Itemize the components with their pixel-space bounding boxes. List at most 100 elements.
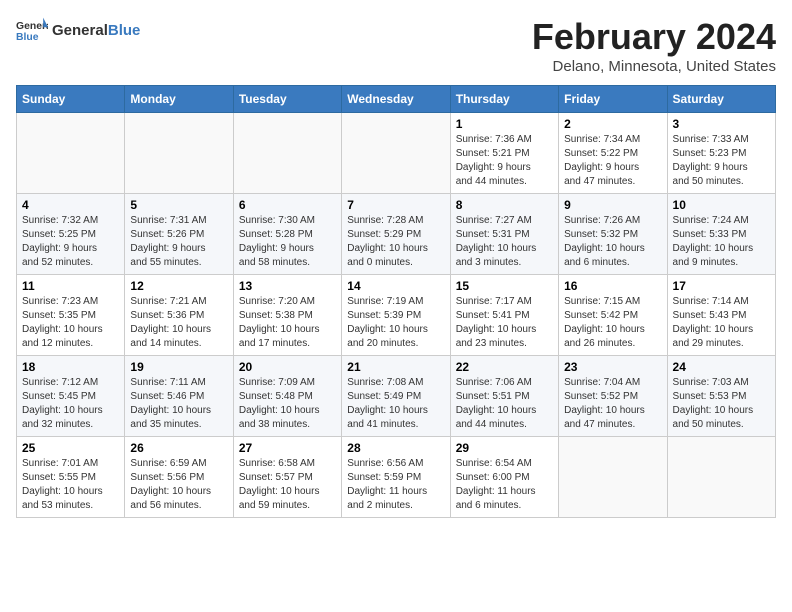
day-info: Sunrise: 7:06 AM Sunset: 5:51 PM Dayligh…	[456, 376, 553, 432]
day-info: Sunrise: 7:03 AM Sunset: 5:53 PM Dayligh…	[673, 376, 770, 432]
calendar-cell	[667, 437, 775, 518]
calendar-cell: 10 Sunrise: 7:24 AM Sunset: 5:33 PM Dayli…	[667, 194, 775, 275]
day-info: Sunrise: 7:33 AM Sunset: 5:23 PM Dayligh…	[673, 133, 770, 189]
calendar-header-row: SundayMondayTuesdayWednesdayThursdayFrid…	[17, 86, 776, 113]
day-number: 16	[564, 279, 661, 293]
calendar-cell	[233, 113, 341, 194]
day-number: 14	[347, 279, 444, 293]
day-number: 27	[239, 441, 336, 455]
day-number: 9	[564, 198, 661, 212]
svg-text:Blue: Blue	[16, 32, 39, 43]
logo-blue: Blue	[108, 22, 141, 39]
day-number: 26	[130, 441, 227, 455]
title-area: February 2024 Delano, Minnesota, United …	[532, 16, 776, 75]
day-number: 3	[673, 117, 770, 131]
day-info: Sunrise: 6:58 AM Sunset: 5:57 PM Dayligh…	[239, 457, 336, 513]
day-number: 24	[673, 360, 770, 374]
day-number: 18	[22, 360, 119, 374]
calendar-week-5: 25 Sunrise: 7:01 AM Sunset: 5:55 PM Dayli…	[17, 437, 776, 518]
column-header-monday: Monday	[125, 86, 233, 113]
calendar-cell	[125, 113, 233, 194]
calendar-cell	[17, 113, 125, 194]
calendar-week-2: 4Sunrise: 7:32 AM Sunset: 5:25 PM Daylig…	[17, 194, 776, 275]
calendar-cell: 15 Sunrise: 7:17 AM Sunset: 5:41 PM Dayli…	[450, 275, 558, 356]
calendar-cell: 7Sunrise: 7:28 AM Sunset: 5:29 PM Daylig…	[342, 194, 450, 275]
day-number: 22	[456, 360, 553, 374]
day-info: Sunrise: 7:14 AM Sunset: 5:43 PM Dayligh…	[673, 295, 770, 351]
day-info: Sunrise: 7:09 AM Sunset: 5:48 PM Dayligh…	[239, 376, 336, 432]
day-number: 29	[456, 441, 553, 455]
day-info: Sunrise: 6:59 AM Sunset: 5:56 PM Dayligh…	[130, 457, 227, 513]
logo: General Blue GeneralBlue	[16, 16, 140, 44]
column-header-wednesday: Wednesday	[342, 86, 450, 113]
logo-general: General	[52, 22, 108, 39]
day-info: Sunrise: 7:26 AM Sunset: 5:32 PM Dayligh…	[564, 214, 661, 270]
day-number: 7	[347, 198, 444, 212]
calendar-cell: 26 Sunrise: 6:59 AM Sunset: 5:56 PM Dayli…	[125, 437, 233, 518]
day-info: Sunrise: 7:31 AM Sunset: 5:26 PM Dayligh…	[130, 214, 227, 270]
calendar-week-4: 18 Sunrise: 7:12 AM Sunset: 5:45 PM Dayli…	[17, 356, 776, 437]
calendar-cell: 27 Sunrise: 6:58 AM Sunset: 5:57 PM Dayli…	[233, 437, 341, 518]
calendar-week-1: 1Sunrise: 7:36 AM Sunset: 5:21 PM Daylig…	[17, 113, 776, 194]
calendar-cell: 11 Sunrise: 7:23 AM Sunset: 5:35 PM Dayli…	[17, 275, 125, 356]
calendar-cell	[559, 437, 667, 518]
column-header-saturday: Saturday	[667, 86, 775, 113]
day-info: Sunrise: 6:56 AM Sunset: 5:59 PM Dayligh…	[347, 457, 444, 513]
calendar-cell: 17 Sunrise: 7:14 AM Sunset: 5:43 PM Dayli…	[667, 275, 775, 356]
column-header-sunday: Sunday	[17, 86, 125, 113]
day-info: Sunrise: 7:19 AM Sunset: 5:39 PM Dayligh…	[347, 295, 444, 351]
day-info: Sunrise: 7:20 AM Sunset: 5:38 PM Dayligh…	[239, 295, 336, 351]
day-info: Sunrise: 7:12 AM Sunset: 5:45 PM Dayligh…	[22, 376, 119, 432]
calendar-cell: 3 Sunrise: 7:33 AM Sunset: 5:23 PM Daylig…	[667, 113, 775, 194]
calendar-cell: 1Sunrise: 7:36 AM Sunset: 5:21 PM Daylig…	[450, 113, 558, 194]
calendar-cell: 14 Sunrise: 7:19 AM Sunset: 5:39 PM Dayli…	[342, 275, 450, 356]
day-info: Sunrise: 7:04 AM Sunset: 5:52 PM Dayligh…	[564, 376, 661, 432]
calendar-cell: 20 Sunrise: 7:09 AM Sunset: 5:48 PM Dayli…	[233, 356, 341, 437]
day-info: Sunrise: 7:34 AM Sunset: 5:22 PM Dayligh…	[564, 133, 661, 189]
calendar-cell: 9 Sunrise: 7:26 AM Sunset: 5:32 PM Daylig…	[559, 194, 667, 275]
day-number: 28	[347, 441, 444, 455]
calendar-table: SundayMondayTuesdayWednesdayThursdayFrid…	[16, 85, 776, 518]
day-info: Sunrise: 7:32 AM Sunset: 5:25 PM Dayligh…	[22, 214, 119, 270]
day-number: 23	[564, 360, 661, 374]
day-number: 6	[239, 198, 336, 212]
calendar-cell: 19 Sunrise: 7:11 AM Sunset: 5:46 PM Dayli…	[125, 356, 233, 437]
column-header-friday: Friday	[559, 86, 667, 113]
column-header-tuesday: Tuesday	[233, 86, 341, 113]
day-info: Sunrise: 7:24 AM Sunset: 5:33 PM Dayligh…	[673, 214, 770, 270]
location-subtitle: Delano, Minnesota, United States	[532, 58, 776, 75]
day-number: 11	[22, 279, 119, 293]
day-info: Sunrise: 7:21 AM Sunset: 5:36 PM Dayligh…	[130, 295, 227, 351]
column-header-thursday: Thursday	[450, 86, 558, 113]
header: General Blue GeneralBlue February 2024 D…	[16, 16, 776, 75]
calendar-cell: 2 Sunrise: 7:34 AM Sunset: 5:22 PM Daylig…	[559, 113, 667, 194]
day-info: Sunrise: 7:23 AM Sunset: 5:35 PM Dayligh…	[22, 295, 119, 351]
day-number: 20	[239, 360, 336, 374]
calendar-cell: 5Sunrise: 7:31 AM Sunset: 5:26 PM Daylig…	[125, 194, 233, 275]
day-number: 12	[130, 279, 227, 293]
calendar-cell: 24 Sunrise: 7:03 AM Sunset: 5:53 PM Dayli…	[667, 356, 775, 437]
day-info: Sunrise: 7:01 AM Sunset: 5:55 PM Dayligh…	[22, 457, 119, 513]
day-info: Sunrise: 7:11 AM Sunset: 5:46 PM Dayligh…	[130, 376, 227, 432]
day-number: 19	[130, 360, 227, 374]
calendar-cell	[342, 113, 450, 194]
day-number: 25	[22, 441, 119, 455]
day-number: 17	[673, 279, 770, 293]
day-number: 8	[456, 198, 553, 212]
calendar-cell: 13Sunrise: 7:20 AM Sunset: 5:38 PM Dayli…	[233, 275, 341, 356]
day-number: 10	[673, 198, 770, 212]
day-number: 15	[456, 279, 553, 293]
calendar-cell: 21Sunrise: 7:08 AM Sunset: 5:49 PM Dayli…	[342, 356, 450, 437]
calendar-week-3: 11 Sunrise: 7:23 AM Sunset: 5:35 PM Dayli…	[17, 275, 776, 356]
calendar-cell: 4Sunrise: 7:32 AM Sunset: 5:25 PM Daylig…	[17, 194, 125, 275]
calendar-cell: 28 Sunrise: 6:56 AM Sunset: 5:59 PM Dayli…	[342, 437, 450, 518]
logo-icon: General Blue	[16, 16, 48, 44]
day-info: Sunrise: 6:54 AM Sunset: 6:00 PM Dayligh…	[456, 457, 553, 513]
calendar-cell: 18 Sunrise: 7:12 AM Sunset: 5:45 PM Dayli…	[17, 356, 125, 437]
calendar-cell: 12 Sunrise: 7:21 AM Sunset: 5:36 PM Dayli…	[125, 275, 233, 356]
day-info: Sunrise: 7:36 AM Sunset: 5:21 PM Dayligh…	[456, 133, 553, 189]
day-number: 2	[564, 117, 661, 131]
day-info: Sunrise: 7:17 AM Sunset: 5:41 PM Dayligh…	[456, 295, 553, 351]
day-info: Sunrise: 7:15 AM Sunset: 5:42 PM Dayligh…	[564, 295, 661, 351]
day-number: 21	[347, 360, 444, 374]
